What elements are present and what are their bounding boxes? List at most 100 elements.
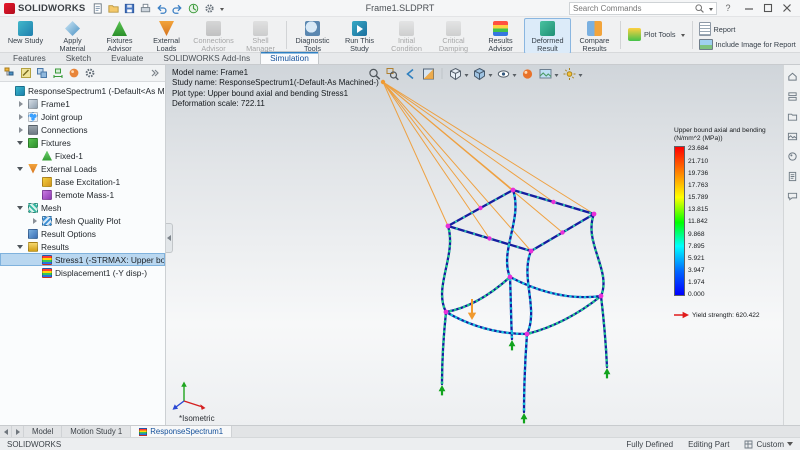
displaymanager-tab-icon[interactable] <box>68 67 80 79</box>
tree-item-fixed-1[interactable]: Fixed-1 <box>0 149 165 162</box>
file-explorer-icon[interactable] <box>786 110 798 122</box>
tree-item-mesh[interactable]: Mesh <box>0 201 165 214</box>
new-document-icon[interactable] <box>90 1 104 15</box>
edit-appearance-icon[interactable] <box>519 66 535 81</box>
dimxpertmanager-tab-icon[interactable] <box>52 67 64 79</box>
print-icon[interactable] <box>138 1 152 15</box>
featuremanager-tab-icon[interactable] <box>4 67 16 79</box>
ribbon-separator <box>620 21 621 49</box>
panel-collapse-handle[interactable] <box>166 223 173 253</box>
tree-item-mesh-quality-plot[interactable]: Mesh Quality Plot <box>0 214 165 227</box>
undo-icon[interactable] <box>154 1 168 15</box>
apply-scene-icon[interactable] <box>537 66 553 81</box>
hide-show-items-icon[interactable] <box>495 66 511 81</box>
zoom-to-fit-icon[interactable] <box>366 66 382 81</box>
expand-arrow-icon[interactable] <box>17 242 25 251</box>
tree-item-frame1[interactable]: Frame1 <box>0 97 165 110</box>
tree-item-displacement1[interactable]: Displacement1 (-Y disp-) <box>0 266 165 279</box>
minimize-button[interactable] <box>739 1 758 16</box>
propertymanager-tab-icon[interactable] <box>20 67 32 79</box>
tab-responsespectrum1[interactable]: ResponseSpectrum1 <box>131 426 232 437</box>
report-button[interactable]: Report <box>699 22 796 36</box>
apply-scene-dropdown-icon[interactable] <box>554 74 558 79</box>
expand-arrow-icon[interactable] <box>31 216 39 225</box>
results-advisor-button[interactable]: Results Advisor <box>477 18 524 54</box>
fixtures-advisor-button[interactable]: Fixtures Advisor <box>96 18 143 54</box>
help-icon[interactable]: ? <box>722 3 734 13</box>
tab-model[interactable]: Model <box>24 426 62 437</box>
appearances-icon[interactable] <box>786 150 798 162</box>
expand-arrow-icon[interactable] <box>17 99 25 108</box>
tab-sketch[interactable]: Sketch <box>56 51 101 64</box>
tab-evaluate[interactable]: Evaluate <box>101 51 153 64</box>
apply-material-button[interactable]: Apply Material <box>49 18 96 54</box>
tree-item-stress1[interactable]: Stress1 (-STRMAX: Upper bound axial and … <box>0 253 165 266</box>
tab-scroll-right-icon[interactable] <box>12 426 24 437</box>
qat-dropdown-icon[interactable] <box>220 8 224 13</box>
pane-expand-chevron-icon[interactable] <box>149 67 161 79</box>
plot-tools-button[interactable]: Plot Tools <box>623 26 690 43</box>
triad-x-axis[interactable] <box>200 404 205 410</box>
close-button[interactable] <box>777 1 796 16</box>
units-dropdown[interactable]: Custom <box>744 439 793 449</box>
new-study-button[interactable]: New Study <box>2 18 49 46</box>
forum-icon[interactable] <box>786 190 798 202</box>
expand-arrow-icon[interactable] <box>17 112 25 121</box>
search-input[interactable] <box>573 4 692 13</box>
redo-icon[interactable] <box>170 1 184 15</box>
expand-arrow-icon[interactable] <box>17 203 25 212</box>
search-box[interactable] <box>569 2 717 15</box>
previous-view-icon[interactable] <box>402 66 418 81</box>
search-icon[interactable] <box>694 3 705 14</box>
tree-item-base-excitation-1[interactable]: Base Excitation-1 <box>0 175 165 188</box>
custom-properties-icon[interactable] <box>786 170 798 182</box>
save-icon[interactable] <box>122 1 136 15</box>
study-name-line: Study name: ResponseSpectrum1(-Default-A… <box>172 78 379 88</box>
titlebar-right: ? <box>569 1 796 16</box>
tree-item-result-options[interactable]: Result Options <box>0 227 165 240</box>
home-icon[interactable] <box>786 70 798 82</box>
fixtures-advisor-icon <box>112 21 127 36</box>
diagnostic-tools-button[interactable]: Diagnostic Tools <box>289 18 336 54</box>
cam-tab-icon[interactable] <box>84 67 96 79</box>
expand-arrow-icon[interactable] <box>17 125 25 134</box>
options-gear-icon[interactable] <box>202 1 216 15</box>
open-document-icon[interactable] <box>106 1 120 15</box>
orientation-triad[interactable] <box>170 377 214 413</box>
expand-arrow-icon[interactable] <box>17 138 25 147</box>
tree-item-results[interactable]: Results <box>0 240 165 253</box>
tab-scroll-left-icon[interactable] <box>0 426 12 437</box>
solidworks-logo-icon <box>4 3 15 14</box>
triad-y-axis[interactable] <box>181 382 187 387</box>
tree-item-remote-mass-1[interactable]: Remote Mass-1 <box>0 188 165 201</box>
deformed-result-button[interactable]: Deformed Result <box>524 18 571 54</box>
graphics-viewport[interactable]: Model name: Frame1 Study name: ResponseS… <box>166 65 783 425</box>
display-style-dropdown-icon[interactable] <box>488 74 492 79</box>
compare-results-button[interactable]: Compare Results <box>571 18 618 54</box>
view-settings-icon[interactable] <box>561 66 577 81</box>
expand-arrow-icon[interactable] <box>17 164 25 173</box>
include-image-for-report-button[interactable]: Include Image for Report <box>699 39 796 50</box>
tab-features[interactable]: Features <box>3 51 56 64</box>
zoom-to-area-icon[interactable] <box>384 66 400 81</box>
tree-item-study-root[interactable]: ResponseSpectrum1 (-Default<As Machined>… <box>0 84 165 97</box>
view-orientation-icon[interactable] <box>447 66 463 81</box>
legend-value: 15.789 <box>688 194 708 201</box>
tree-item-connections[interactable]: Connections <box>0 123 165 136</box>
tree-item-joint-group[interactable]: Joint group <box>0 110 165 123</box>
tab-motion-study-1[interactable]: Motion Study 1 <box>62 426 131 437</box>
tree-item-external-loads[interactable]: External Loads <box>0 162 165 175</box>
design-library-icon[interactable] <box>786 90 798 102</box>
display-style-icon[interactable] <box>471 66 487 81</box>
configurationmanager-tab-icon[interactable] <box>36 67 48 79</box>
hide-show-items-dropdown-icon[interactable] <box>512 74 516 79</box>
view-orientation-dropdown-icon[interactable] <box>464 74 468 79</box>
maximize-button[interactable] <box>758 1 777 16</box>
view-settings-dropdown-icon[interactable] <box>578 74 582 79</box>
run-this-study-button[interactable]: Run This Study <box>336 18 383 54</box>
search-scope-dropdown-icon[interactable] <box>709 8 713 13</box>
rebuild-icon[interactable] <box>186 1 200 15</box>
section-view-icon[interactable] <box>420 66 436 81</box>
view-palette-icon[interactable] <box>786 130 798 142</box>
tree-item-fixtures[interactable]: Fixtures <box>0 136 165 149</box>
